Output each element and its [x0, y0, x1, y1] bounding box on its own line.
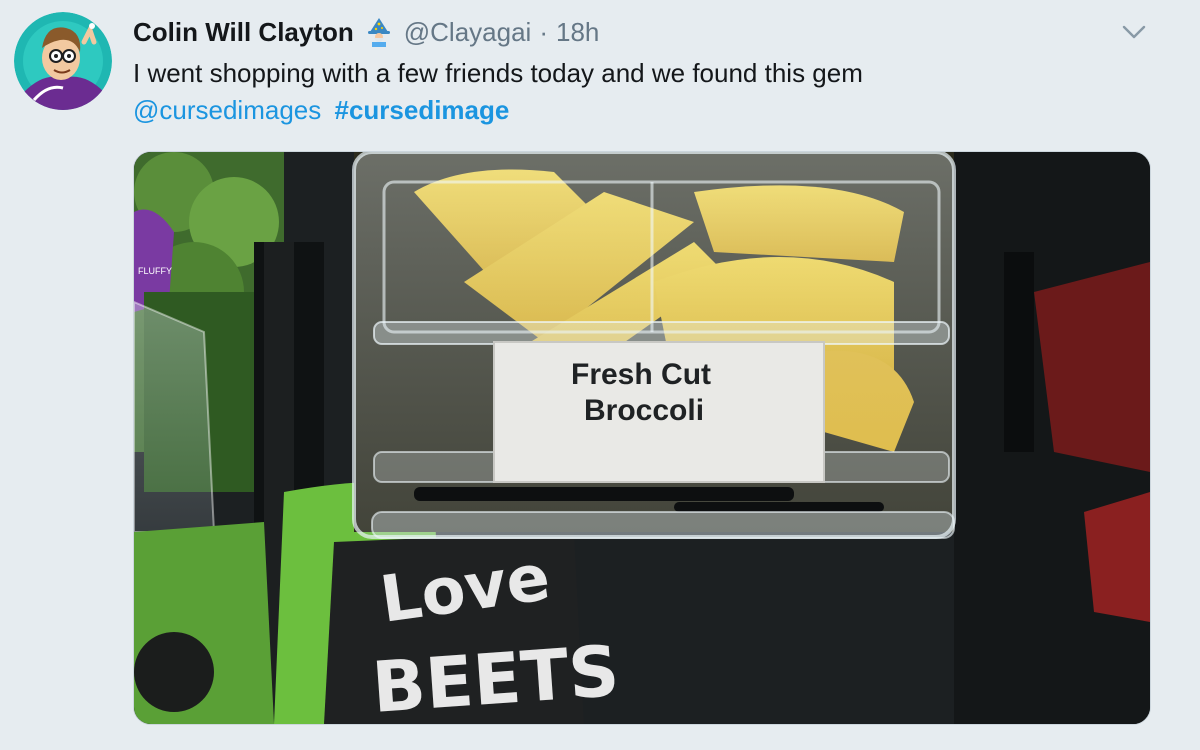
label-line-1: Fresh Cut [571, 358, 711, 391]
photo-image: FLUFFY Love BEETS Fresh Cut Broccoli [134, 152, 1150, 724]
sticker-text: FLUFFY [138, 266, 172, 276]
author-avatar[interactable] [14, 12, 112, 110]
chevron-down-icon[interactable] [1120, 20, 1148, 44]
avatar-image [14, 12, 112, 110]
label-line-2: Broccoli [584, 394, 704, 427]
hashtag-link[interactable]: #cursedimage [334, 95, 509, 125]
mage-emoji-icon [364, 17, 394, 47]
tweet-text: I went shopping with a few friends today… [133, 58, 863, 88]
display-name[interactable]: Colin Will Clayton [133, 17, 354, 48]
tweet-timestamp[interactable]: 18h [556, 17, 599, 48]
mention-link[interactable]: @cursedimages [133, 95, 321, 125]
tweet-text-links: @cursedimages #cursedimage [133, 95, 509, 126]
tweet: Colin Will Clayton @Clayagai · 18h I wen… [0, 0, 1200, 750]
package-word-beets: BEETS [369, 630, 621, 724]
tweet-photo[interactable]: FLUFFY Love BEETS Fresh Cut Broccoli [133, 151, 1151, 725]
author-handle[interactable]: @Clayagai [404, 17, 532, 48]
tweet-header: Colin Will Clayton @Clayagai · 18h [133, 14, 599, 50]
separator-dot: · [539, 16, 548, 47]
